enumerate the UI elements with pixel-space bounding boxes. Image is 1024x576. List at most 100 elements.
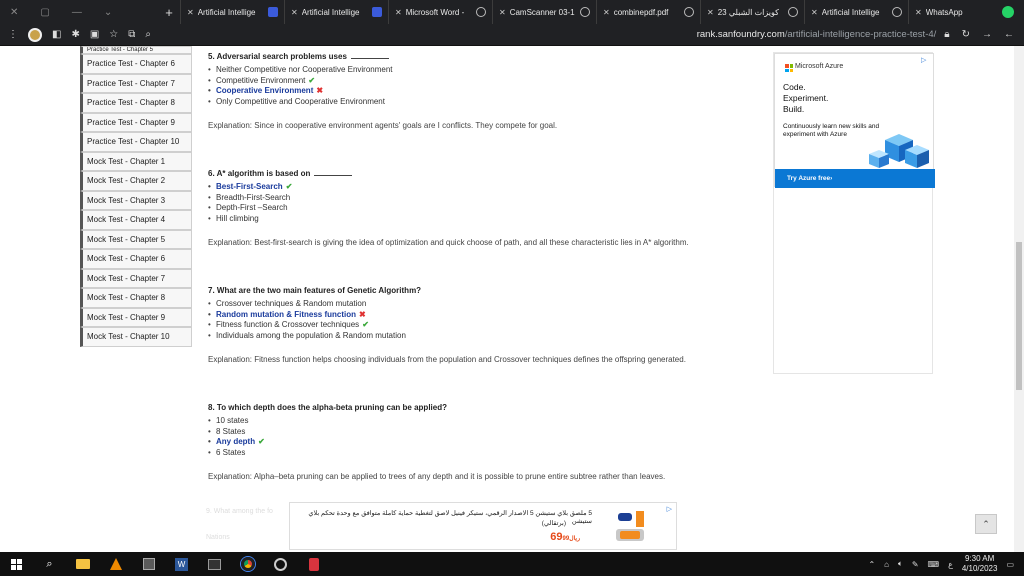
scrollbar[interactable] [1014,46,1024,552]
close-tab-icon[interactable]: ✕ [603,8,610,17]
answer-option[interactable]: 8 States [208,427,665,438]
sidebar-item[interactable]: Mock Test - Chapter 8 [80,288,192,308]
whatsapp-icon[interactable] [1002,6,1014,18]
chrome-icon[interactable] [231,552,264,576]
file-explorer-icon[interactable] [66,552,99,576]
answer-option[interactable]: Fitness function & Crossover techniques✔ [208,320,686,331]
close-tab-icon[interactable]: ✕ [291,8,298,17]
sidebar-item[interactable]: Practice Test - Chapter 10 [80,132,192,152]
keyboard-icon[interactable]: ⌨ [928,560,940,569]
notification-icon[interactable]: ▭ [1006,560,1014,569]
answer-option-selected[interactable]: Any depth✔ [208,437,665,448]
close-tab-icon[interactable]: ✕ [915,8,922,17]
word-icon[interactable]: W [165,552,198,576]
language-indicator[interactable]: ع [948,560,953,569]
sidebar-item[interactable]: Mock Test - Chapter 10 [80,327,192,347]
clock[interactable]: 9:30 AM 4/10/2023 [962,554,998,574]
browser-tab[interactable]: ✕ WhatsApp [908,0,978,24]
answer-option[interactable]: Only Competitive and Cooperative Environ… [208,97,557,108]
try-azure-button[interactable]: Try Azure free› [775,169,935,188]
collections-icon[interactable]: ▣ [90,29,99,40]
windows-taskbar: ⌕ W ⌃ ⌂ 🔈︎ ✎ ⌨ ع 9:30 AM 4/10/2023 ▭ [0,552,1024,576]
sidebar-item[interactable]: Mock Test - Chapter 6 [80,249,192,269]
browser-tab[interactable]: ✕ combinepdf.pdf [596,0,700,24]
vlc-icon[interactable] [99,552,132,576]
answer-option[interactable]: Individuals among the population & Rando… [208,331,686,342]
browser-tab[interactable]: ✕ كويزات الشبلي 23 [700,0,804,24]
chevron-down-icon[interactable]: ⌄ [104,7,112,18]
sidebar-item[interactable]: Practice Test - Chapter 5 [80,46,192,54]
answer-option[interactable]: Depth-First –Search [208,203,689,214]
sidebar-item[interactable]: Practice Test - Chapter 9 [80,112,192,132]
browser-tab[interactable]: ✕ CamScanner 03-1 [492,0,596,24]
close-icon[interactable]: ✕ [10,7,18,18]
explanation: Explanation: Best-first-search is giving… [208,238,689,247]
answer-option[interactable]: Competitive Environment✔ [208,76,557,87]
lock-icon[interactable]: 🔒︎ [944,29,949,40]
scrollbar-thumb[interactable] [1016,242,1022,390]
restore-icon[interactable]: ▢ [40,7,49,18]
search-icon[interactable]: ⌕ [33,552,66,576]
network-icon[interactable]: ⌂ [884,560,889,569]
sidebar-item[interactable]: Practice Test - Chapter 8 [80,93,192,113]
globe-icon [892,7,902,17]
answer-option-selected[interactable]: Cooperative Environment✖ [208,86,557,97]
answer-option[interactable]: 6 States [208,448,665,459]
product-ad[interactable]: ▷ 5 ملصق بلاي ستيشن 5 الاصدار الرقمي، ست… [289,502,677,550]
volume-icon[interactable]: 🔈︎ [898,559,903,569]
browser-tab[interactable]: ✕ Microsoft Word - [388,0,492,24]
answer-option[interactable]: Crossover techniques & Random mutation [208,299,686,310]
menu-dots-icon[interactable]: ⋮ [8,29,18,40]
url-field[interactable]: rank.sanfoundry.com/artificial-intellige… [697,29,937,40]
sidebar-item[interactable]: Mock Test - Chapter 5 [80,229,192,249]
sidebar-item[interactable]: Mock Test - Chapter 3 [80,190,192,210]
system-tray: ⌃ ⌂ 🔈︎ ✎ ⌨ ع 9:30 AM 4/10/2023 ▭ [868,554,1024,574]
sidebar-item[interactable]: Mock Test - Chapter 7 [80,268,192,288]
globe-icon [476,7,486,17]
scroll-to-top-button[interactable]: ⌃ [975,514,997,534]
chevron-up-icon[interactable]: ⌃ [868,560,875,569]
sidebar-toggle-icon[interactable]: ◧ [52,29,61,40]
answer-option[interactable]: Breadth-First-Search [208,193,689,204]
browser-tab[interactable]: ✕ Artificial Intellige [284,0,388,24]
close-tab-icon[interactable]: ✕ [395,8,402,17]
extensions-icon[interactable]: ✱ [71,29,79,40]
forward-icon[interactable]: → [982,29,992,40]
answer-option[interactable]: Neither Competitive nor Cooperative Envi… [208,65,557,76]
gauge-icon[interactable] [264,552,297,576]
screenshot-icon[interactable]: ⧉ [128,29,135,40]
sidebar-item[interactable]: Mock Test - Chapter 9 [80,307,192,327]
sidebar-item[interactable]: Practice Test - Chapter 7 [80,73,192,93]
clapper-icon[interactable] [198,552,231,576]
answer-option-selected[interactable]: Best-First-Search✔ [208,182,689,193]
minimize-icon[interactable]: — [72,7,82,18]
new-tab-button[interactable]: + [158,5,180,20]
reload-icon[interactable]: ↻ [962,29,970,40]
sanfoundry-icon [268,7,278,17]
adchoices-icon[interactable]: ▷ [921,56,929,64]
answer-option[interactable]: 10 states [208,416,665,427]
sidebar-item[interactable]: Mock Test - Chapter 4 [80,210,192,230]
close-tab-icon[interactable]: ✕ [707,8,714,17]
answer-option[interactable]: Hill climbing [208,214,689,225]
sidebar-item[interactable]: Mock Test - Chapter 1 [80,151,192,171]
browser-tab[interactable]: ✕ Artificial Intellige [180,0,284,24]
adchoices-icon[interactable]: ▷ [667,505,672,513]
close-tab-icon[interactable]: ✕ [499,8,506,17]
pen-icon[interactable]: ✎ [912,560,919,569]
search-icon[interactable]: ⌕ [145,29,151,40]
close-tab-icon[interactable]: ✕ [811,8,818,17]
azure-ad[interactable]: ▷ Microsoft Azure Code. Experiment. Buil… [774,53,935,188]
back-icon[interactable]: ← [1004,29,1014,40]
close-tab-icon[interactable]: ✕ [187,8,194,17]
windows-start-icon[interactable] [0,552,33,576]
answer-option-selected[interactable]: Random mutation & Fitness function✖ [208,310,686,321]
sidebar-item[interactable]: Mock Test - Chapter 2 [80,171,192,191]
media-player-icon[interactable] [132,552,165,576]
browser-tab[interactable]: ✕ Artificial Intellige [804,0,908,24]
microsoft-logo-icon [785,64,793,72]
avatar[interactable] [28,27,42,42]
app-icon[interactable] [297,552,330,576]
star-icon[interactable]: ☆ [109,29,118,40]
sidebar-item[interactable]: Practice Test - Chapter 6 [80,54,192,74]
